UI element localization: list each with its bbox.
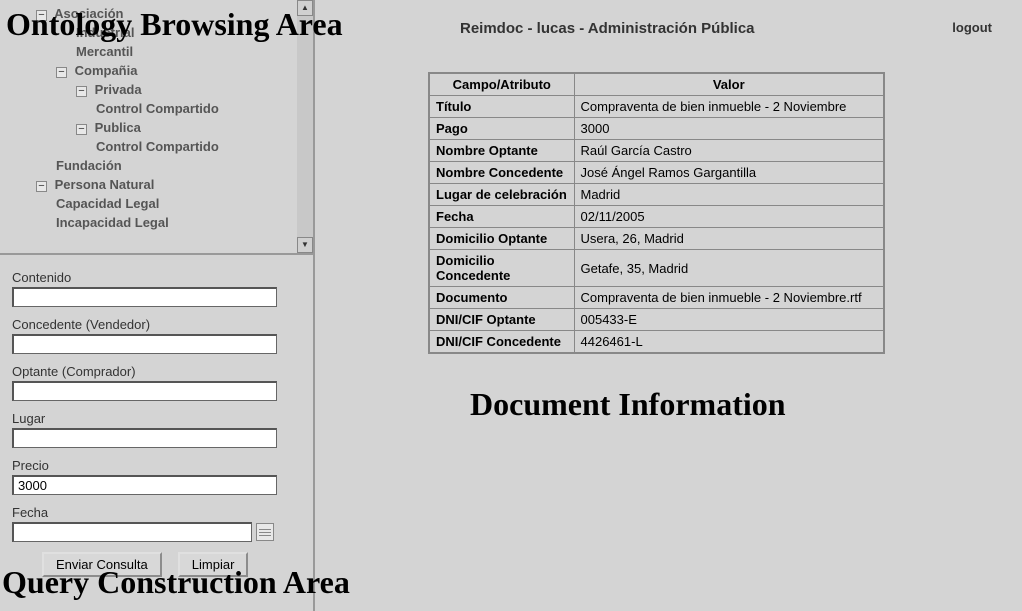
tree-label[interactable]: Publica (95, 120, 141, 135)
optante-input[interactable] (12, 381, 277, 401)
table-row: Fecha02/11/2005 (429, 206, 884, 228)
precio-input[interactable] (12, 475, 277, 495)
tree-node-persona-natural[interactable]: − Persona Natural (16, 175, 313, 194)
table-cell-value: Getafe, 35, Madrid (574, 250, 884, 287)
table-header-value: Valor (574, 73, 884, 96)
scroll-down-icon[interactable]: ▼ (297, 237, 313, 253)
contenido-input[interactable] (12, 287, 277, 307)
table-cell-value: José Ángel Ramos Gargantilla (574, 162, 884, 184)
tree-toggle-icon[interactable]: − (76, 86, 87, 97)
table-cell-value: 02/11/2005 (574, 206, 884, 228)
heading-query-construction: Query Construction Area (2, 564, 350, 601)
tree-toggle-icon[interactable]: − (36, 181, 47, 192)
lugar-input[interactable] (12, 428, 277, 448)
table-cell-field: Lugar de celebración (429, 184, 574, 206)
tree-label[interactable]: Persona Natural (55, 177, 155, 192)
table-row: Lugar de celebraciónMadrid (429, 184, 884, 206)
tree-label[interactable]: Incapacidad Legal (56, 215, 169, 230)
table-cell-value: Usera, 26, Madrid (574, 228, 884, 250)
table-row: Nombre ConcedenteJosé Ángel Ramos Gargan… (429, 162, 884, 184)
table-cell-field: Documento (429, 287, 574, 309)
tree-node-capacidad-legal[interactable]: Capacidad Legal (16, 194, 313, 213)
table-cell-field: Domicilio Optante (429, 228, 574, 250)
table-header-field: Campo/Atributo (429, 73, 574, 96)
tree-label[interactable]: Control Compartido (96, 101, 219, 116)
table-cell-field: Fecha (429, 206, 574, 228)
tree-node-fundacion[interactable]: Fundación (16, 156, 313, 175)
table-row: TítuloCompraventa de bien inmueble - 2 N… (429, 96, 884, 118)
tree-label[interactable]: Fundación (56, 158, 122, 173)
table-cell-field: Pago (429, 118, 574, 140)
concedente-label: Concedente (Vendedor) (12, 317, 302, 332)
table-cell-value: 005433-E (574, 309, 884, 331)
table-cell-value: 3000 (574, 118, 884, 140)
table-row: DNI/CIF Concedente4426461-L (429, 331, 884, 354)
tree-label[interactable]: Privada (95, 82, 142, 97)
logout-link[interactable]: logout (952, 20, 992, 37)
tree-label[interactable]: Mercantil (76, 44, 133, 59)
precio-label: Precio (12, 458, 302, 473)
table-cell-field: Nombre Concedente (429, 162, 574, 184)
vertical-divider (313, 255, 315, 611)
query-form: Contenido Concedente (Vendedor) Optante … (12, 270, 302, 577)
heading-ontology-browsing: Ontology Browsing Area (6, 6, 343, 43)
table-cell-value: Compraventa de bien inmueble - 2 Noviemb… (574, 287, 884, 309)
table-cell-value: Madrid (574, 184, 884, 206)
table-cell-value: Compraventa de bien inmueble - 2 Noviemb… (574, 96, 884, 118)
table-row: DocumentoCompraventa de bien inmueble - … (429, 287, 884, 309)
top-bar: Reimdoc - lucas - Administración Pública… (460, 20, 1012, 37)
calendar-icon[interactable] (256, 523, 274, 541)
table-row: Domicilio OptanteUsera, 26, Madrid (429, 228, 884, 250)
table-row: Domicilio ConcedenteGetafe, 35, Madrid (429, 250, 884, 287)
breadcrumb: Reimdoc - lucas - Administración Pública (460, 20, 755, 37)
heading-document-information: Document Information (470, 386, 786, 423)
tree-node-control-compartido-2[interactable]: Control Compartido (16, 137, 313, 156)
table-row: DNI/CIF Optante005433-E (429, 309, 884, 331)
fecha-input[interactable] (12, 522, 252, 542)
table-cell-value: Raúl García Castro (574, 140, 884, 162)
table-cell-field: Título (429, 96, 574, 118)
table-row: Nombre OptanteRaúl García Castro (429, 140, 884, 162)
table-cell-field: DNI/CIF Optante (429, 309, 574, 331)
table-cell-field: Domicilio Concedente (429, 250, 574, 287)
table-cell-field: DNI/CIF Concedente (429, 331, 574, 354)
lugar-label: Lugar (12, 411, 302, 426)
tree-label[interactable]: Control Compartido (96, 139, 219, 154)
tree-node-compania[interactable]: − Compañia (16, 61, 313, 80)
contenido-label: Contenido (12, 270, 302, 285)
tree-node-control-compartido-1[interactable]: Control Compartido (16, 99, 313, 118)
tree-toggle-icon[interactable]: − (56, 67, 67, 78)
table-row: Pago3000 (429, 118, 884, 140)
tree-node-publica[interactable]: − Publica (16, 118, 313, 137)
document-info-table: Campo/Atributo Valor TítuloCompraventa d… (428, 72, 885, 354)
table-cell-value: 4426461-L (574, 331, 884, 354)
fecha-label: Fecha (12, 505, 302, 520)
tree-toggle-icon[interactable]: − (76, 124, 87, 135)
concedente-input[interactable] (12, 334, 277, 354)
tree-label[interactable]: Capacidad Legal (56, 196, 159, 211)
table-cell-field: Nombre Optante (429, 140, 574, 162)
tree-node-incapacidad-legal[interactable]: Incapacidad Legal (16, 213, 313, 232)
tree-node-mercantil[interactable]: Mercantil (16, 42, 313, 61)
optante-label: Optante (Comprador) (12, 364, 302, 379)
tree-node-privada[interactable]: − Privada (16, 80, 313, 99)
tree-label[interactable]: Compañia (75, 63, 138, 78)
